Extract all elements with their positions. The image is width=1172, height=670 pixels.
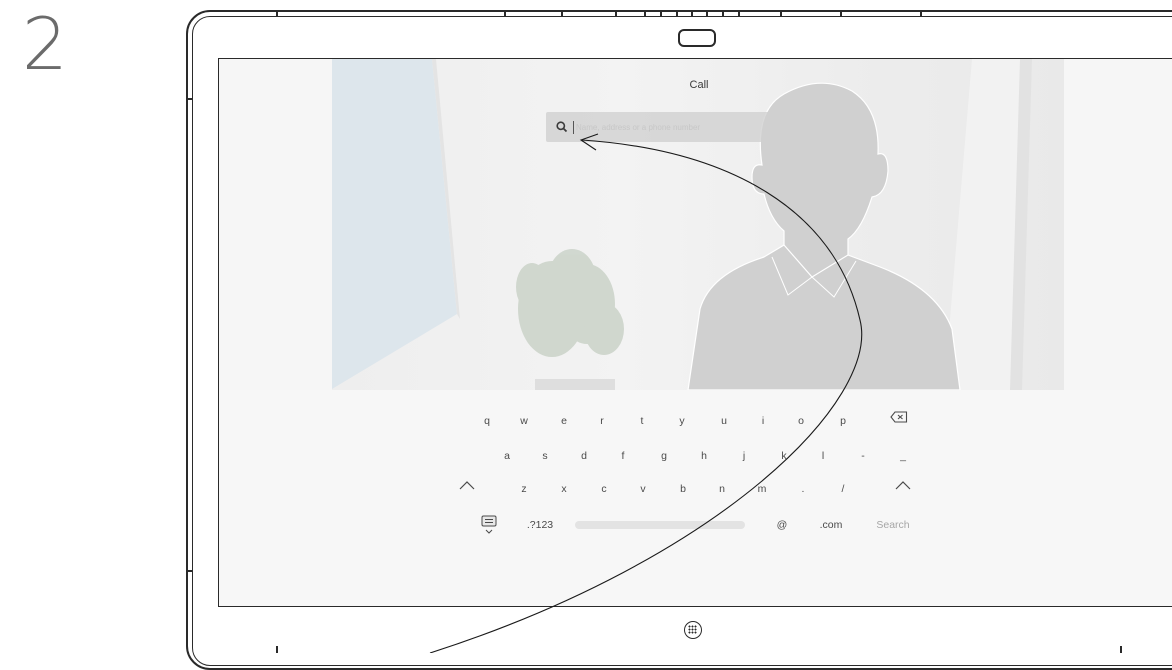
home-grid-icon [688,625,697,634]
key-l[interactable]: l [803,450,843,462]
shift-icon [895,481,911,490]
key-f[interactable]: f [603,450,643,462]
keyboard-hide-icon [481,515,497,534]
frame-tick [920,10,922,17]
key-hyphen[interactable]: - [843,450,883,462]
shift-key-right[interactable] [883,480,923,496]
numbers-key[interactable]: .?123 [510,519,570,531]
key-u[interactable]: u [704,415,744,427]
search-input[interactable] [574,117,816,137]
key-s[interactable]: s [525,450,565,462]
shift-key-left[interactable] [447,480,487,496]
backspace-key[interactable] [879,411,919,429]
frame-tick [780,10,782,17]
key-m[interactable]: m [742,483,782,495]
key-d[interactable]: d [564,450,604,462]
step-number: 2 [22,2,68,86]
search-key[interactable]: Search [863,519,923,531]
frame-tick [722,10,724,17]
key-period[interactable]: . [783,483,823,495]
frame-tick [561,10,563,17]
key-e[interactable]: e [544,415,584,427]
search-icon [556,121,568,133]
frame-tick [660,10,662,17]
key-a[interactable]: a [487,450,527,462]
hide-keyboard-key[interactable] [469,515,509,537]
key-b[interactable]: b [663,483,703,495]
key-x[interactable]: x [544,483,584,495]
frame-tick [840,10,842,17]
frame-tick [706,10,708,17]
key-slash[interactable]: / [823,483,863,495]
frame-tick [504,10,506,17]
key-w[interactable]: w [504,415,544,427]
plant [516,249,624,357]
frame-tick [738,10,740,17]
home-button[interactable] [684,621,702,639]
frame-tick [276,10,278,17]
key-z[interactable]: z [504,483,544,495]
key-h[interactable]: h [684,450,724,462]
key-o[interactable]: o [781,415,821,427]
key-k[interactable]: k [764,450,804,462]
backspace-icon [890,411,908,423]
frame-tick [186,570,193,572]
touch-screen: Call q w e r t y u i o p a s d f g h j k… [218,58,1172,607]
key-j[interactable]: j [724,450,764,462]
key-t[interactable]: t [622,415,662,427]
key-c[interactable]: c [584,483,624,495]
page-title: Call [689,79,709,91]
search-field[interactable] [546,112,851,142]
camera-icon [678,29,716,47]
key-i[interactable]: i [743,415,783,427]
dotcom-key[interactable]: .com [801,519,861,531]
key-n[interactable]: n [702,483,742,495]
key-y[interactable]: y [662,415,702,427]
frame-tick [691,10,693,17]
key-r[interactable]: r [582,415,622,427]
frame-tick [615,10,617,17]
space-bar[interactable] [575,521,745,529]
key-at[interactable]: @ [762,519,802,531]
key-p[interactable]: p [823,415,863,427]
frame-tick [1120,646,1122,653]
frame-tick [186,98,193,100]
shift-icon [459,481,475,490]
frame-tick [676,10,678,17]
frame-tick [644,10,646,17]
key-q[interactable]: q [467,415,507,427]
key-underscore[interactable]: _ [883,450,923,462]
frame-tick [276,646,278,653]
camera-self-view [332,59,1064,390]
self-view-illustration [332,59,1032,390]
key-v[interactable]: v [623,483,663,495]
key-g[interactable]: g [644,450,684,462]
